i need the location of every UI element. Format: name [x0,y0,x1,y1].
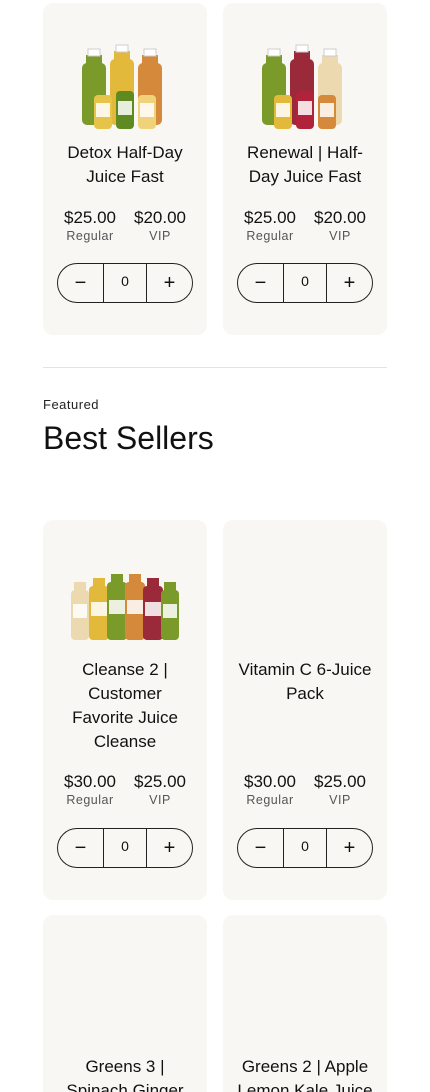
quantity-stepper: − 0 + [237,828,373,868]
product-title-line[interactable]: Cleanse 2 | [51,658,199,682]
product-card[interactable]: Renewal | Half- Day Juice Fast $25.00 Re… [223,3,387,335]
decrease-quantity-button[interactable]: − [58,829,103,867]
price-block: $25.00 Regular $20.00 VIP [55,208,195,244]
regular-price: $30.00 Regular [64,772,116,808]
product-card[interactable]: Greens 3 | Spinach Ginger [43,915,207,1092]
product-title[interactable]: Vitamin C 6-Juice Pack [231,658,379,706]
plus-icon: + [163,836,176,859]
vip-price-label: VIP [329,229,351,243]
quantity-value[interactable]: 0 [283,264,327,302]
regular-price: $30.00 Regular [244,772,296,808]
product-title-line[interactable]: Customer [51,682,199,706]
section-title: Best Sellers [43,420,214,456]
increase-quantity-button[interactable]: + [147,264,192,302]
regular-price: $25.00 Regular [244,208,296,244]
regular-price-value: $25.00 [64,208,116,227]
vip-price-value: $25.00 [314,772,366,791]
product-title-line[interactable]: Spinach Ginger [51,1079,199,1092]
juice-bottles-image [82,44,162,129]
vip-price: $25.00 VIP [314,772,366,808]
price-block: $30.00 Regular $25.00 VIP [235,772,375,808]
plus-icon: + [343,271,356,294]
plus-icon: + [163,271,176,294]
product-title-line[interactable]: Favorite Juice [51,706,199,730]
product-title[interactable]: Greens 2 | Apple Lemon Kale Juice [231,1055,379,1092]
vip-price-label: VIP [149,229,171,243]
regular-price-value: $30.00 [244,772,296,791]
quantity-stepper: − 0 + [57,828,193,868]
minus-icon: − [254,836,267,859]
juice-bottles-image [71,574,179,640]
product-title-line[interactable]: Greens 3 | [51,1055,199,1079]
quantity-value[interactable]: 0 [103,264,147,302]
vip-price-value: $25.00 [134,772,186,791]
price-block: $30.00 Regular $25.00 VIP [55,772,195,808]
product-card[interactable]: Cleanse 2 | Customer Favorite Juice Clea… [43,520,207,900]
product-title[interactable]: Detox Half-Day Juice Fast [51,141,199,189]
regular-price-label: Regular [246,229,294,243]
increase-quantity-button[interactable]: + [147,829,192,867]
product-title-line[interactable]: Pack [231,682,379,706]
regular-price-label: Regular [66,229,114,243]
increase-quantity-button[interactable]: + [327,829,372,867]
decrease-quantity-button[interactable]: − [238,264,283,302]
product-title-line[interactable]: Vitamin C 6-Juice [231,658,379,682]
regular-price-value: $25.00 [244,208,296,227]
product-image[interactable] [43,23,207,133]
minus-icon: − [74,271,87,294]
regular-price: $25.00 Regular [64,208,116,244]
regular-price-value: $30.00 [64,772,116,791]
product-title-line[interactable]: Lemon Kale Juice [231,1079,379,1092]
decrease-quantity-button[interactable]: − [58,264,103,302]
product-title-line[interactable]: Greens 2 | Apple [231,1055,379,1079]
product-image[interactable] [223,23,387,133]
product-title-line[interactable]: Juice Fast [51,165,199,189]
product-title[interactable]: Cleanse 2 | Customer Favorite Juice Clea… [51,658,199,754]
product-card[interactable]: Vitamin C 6-Juice Pack $30.00 Regular $2… [223,520,387,900]
price-block: $25.00 Regular $20.00 VIP [235,208,375,244]
increase-quantity-button[interactable]: + [327,264,372,302]
product-image-placeholder[interactable] [223,929,387,1039]
vip-price: $20.00 VIP [314,208,366,244]
quantity-value[interactable]: 0 [103,829,147,867]
product-title-line[interactable]: Cleanse [51,730,199,754]
product-card[interactable]: Detox Half-Day Juice Fast $25.00 Regular… [43,3,207,335]
product-title[interactable]: Renewal | Half- Day Juice Fast [231,141,379,189]
product-image[interactable] [43,534,207,644]
quantity-value[interactable]: 0 [283,829,327,867]
section-divider [43,367,387,368]
quantity-stepper: − 0 + [57,263,193,303]
vip-price-value: $20.00 [314,208,366,227]
decrease-quantity-button[interactable]: − [238,829,283,867]
product-card[interactable]: Greens 2 | Apple Lemon Kale Juice [223,915,387,1092]
product-title-line[interactable]: Day Juice Fast [231,165,379,189]
vip-price-label: VIP [149,793,171,807]
minus-icon: − [74,836,87,859]
product-title-line[interactable]: Detox Half-Day [51,141,199,165]
product-title-line[interactable]: Renewal | Half- [231,141,379,165]
vip-price-value: $20.00 [134,208,186,227]
product-title[interactable]: Greens 3 | Spinach Ginger [51,1055,199,1092]
product-image-placeholder[interactable] [43,929,207,1039]
section-eyebrow: Featured [43,397,100,412]
vip-price: $25.00 VIP [134,772,186,808]
minus-icon: − [254,271,267,294]
juice-bottles-image [262,44,342,129]
product-image-placeholder[interactable] [223,534,387,644]
plus-icon: + [343,836,356,859]
vip-price: $20.00 VIP [134,208,186,244]
regular-price-label: Regular [66,793,114,807]
vip-price-label: VIP [329,793,351,807]
quantity-stepper: − 0 + [237,263,373,303]
regular-price-label: Regular [246,793,294,807]
